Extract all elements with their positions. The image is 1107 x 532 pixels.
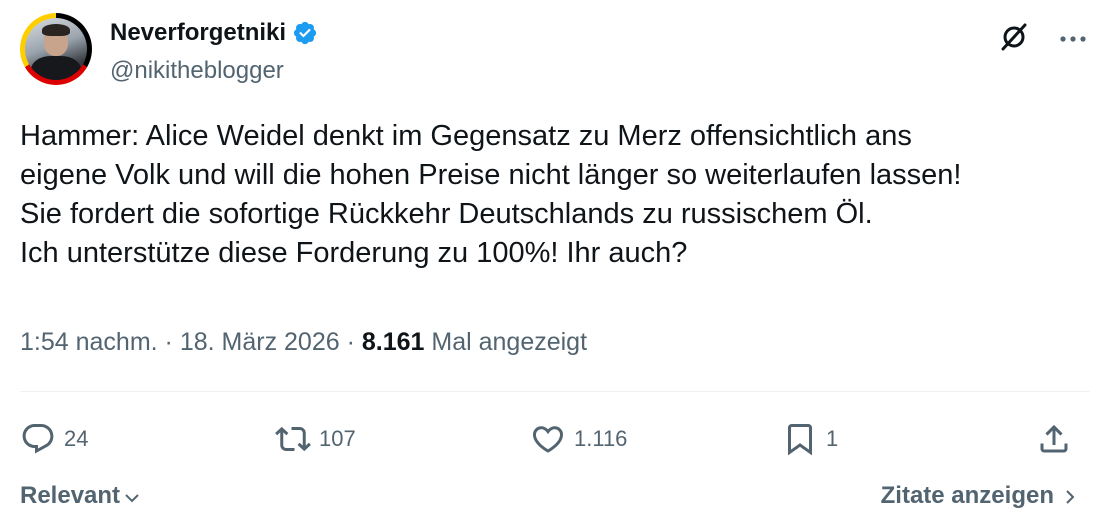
action-bar: 24 107 1.116 1 <box>20 415 1080 463</box>
share-button[interactable] <box>1036 415 1072 463</box>
avatar[interactable] <box>20 13 92 85</box>
tweet-line: Sie fordert die sofortige Rückkehr Deuts… <box>20 198 873 230</box>
heart-icon <box>532 426 564 453</box>
more-icon[interactable] <box>1056 21 1090 53</box>
views-count: 8.161 <box>361 328 425 356</box>
repost-button[interactable]: 107 <box>275 415 356 463</box>
sort-label: Relevant <box>20 482 121 509</box>
reply-count: 24 <box>64 426 89 451</box>
tweet-line: Ich unterstütze diese Forderung zu 100%!… <box>20 237 688 269</box>
reply-button[interactable]: 24 <box>20 415 88 463</box>
views-label: Mal angezeigt <box>431 328 588 356</box>
handle[interactable]: @nikitheblogger <box>110 57 284 85</box>
name-row: Neverforgetniki <box>110 17 318 49</box>
grok-icon[interactable] <box>998 21 1030 53</box>
tweet-meta: 1:54 nachm. · 18. März 2026 · 8.161 Mal … <box>20 328 587 357</box>
like-button[interactable]: 1.116 <box>530 415 627 463</box>
sort-dropdown[interactable]: Relevant <box>20 482 142 510</box>
tweet-time: 1:54 nachm. <box>20 328 158 356</box>
tweet-date: 18. März 2026 <box>179 328 340 356</box>
repost-icon <box>275 426 311 452</box>
chevron-right-icon <box>1066 490 1075 504</box>
chevron-down-icon <box>125 494 139 503</box>
like-count: 1.116 <box>574 426 628 451</box>
tweet-line: Hammer: Alice Weidel denkt im Gegensatz … <box>20 120 912 152</box>
quotes-label: Zitate anzeigen <box>880 482 1054 509</box>
share-icon <box>1040 424 1068 453</box>
tweet-line: eigene Volk und will die hohen Preise ni… <box>20 159 962 191</box>
timestamp-link[interactable]: 1:54 nachm. · 18. März 2026 <box>20 328 340 356</box>
avatar-photo <box>25 18 87 80</box>
bookmark-button[interactable]: 1 <box>782 415 838 463</box>
view-quotes-link[interactable]: Zitate anzeigen <box>881 482 1080 510</box>
repost-count: 107 <box>319 426 356 451</box>
bookmark-count: 1 <box>826 426 839 451</box>
tweet-text: Hammer: Alice Weidel denkt im Gegensatz … <box>20 117 1090 273</box>
tweet-footer: Relevant Zitate anzeigen <box>20 482 1080 518</box>
display-name[interactable]: Neverforgetniki <box>110 19 286 47</box>
tweet-header: Neverforgetniki @nikitheblogger <box>20 13 1090 93</box>
meta-separator: · <box>339 328 362 356</box>
verified-badge-icon <box>293 21 317 45</box>
reply-icon <box>22 424 54 454</box>
divider <box>20 391 1090 392</box>
bookmark-icon <box>788 424 812 456</box>
meta-separator: · <box>157 328 180 356</box>
